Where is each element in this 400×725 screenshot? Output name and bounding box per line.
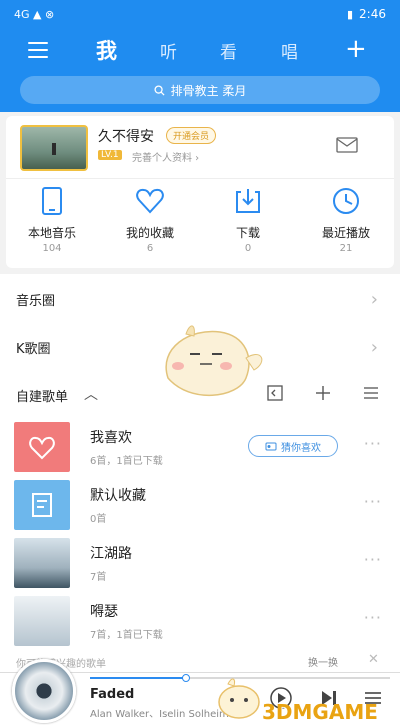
playlist-subtitle: 0首: [90, 514, 107, 525]
now-playing-artist: Alan Walker、Iselin Solheim: [90, 709, 229, 720]
playlist-title: 默认收藏: [90, 488, 146, 504]
mascot-sticker: [165, 325, 263, 397]
row-music-circle[interactable]: 音乐圈 ›: [0, 274, 400, 324]
level-badge: LV.1: [98, 150, 122, 160]
stat-recent[interactable]: 最近播放 21: [302, 186, 390, 254]
stat-count: 21: [339, 243, 353, 254]
stat-label: 最近播放: [321, 226, 370, 240]
download-icon: [236, 189, 260, 213]
stat-label: 本地音乐: [27, 226, 76, 240]
progress-knob[interactable]: [182, 674, 190, 682]
search-bar[interactable]: 排骨教主 柔月: [20, 76, 380, 104]
playlist-title: 江湖路: [90, 546, 132, 562]
playlist-cover: [14, 596, 70, 646]
playlist-section-title[interactable]: 自建歌单: [16, 386, 68, 405]
radio-icon: [265, 442, 277, 451]
playlist-subtitle: 6首，1首已下载: [90, 456, 163, 467]
vip-badge[interactable]: 开通会员: [166, 127, 217, 144]
heart-icon: [29, 436, 55, 460]
stat-label: 我的收藏: [125, 226, 174, 240]
playlist-subtitle: 7首，1首已下载: [90, 630, 163, 641]
more-icon[interactable]: ···: [364, 550, 382, 569]
more-icon[interactable]: ···: [364, 608, 382, 627]
tab-sing[interactable]: 唱: [281, 38, 298, 63]
list-item[interactable]: 默认收藏 0首 ···: [0, 476, 400, 534]
signal-status: 4G ▲ ⊗: [14, 7, 55, 21]
header: 我 听 看 唱 + 排骨教主 柔月: [0, 28, 400, 112]
status-time: 2:46: [359, 7, 386, 21]
stat-downloads[interactable]: 下载 0: [204, 186, 292, 254]
heart-icon: [136, 188, 164, 214]
chevron-right-icon: ›: [370, 288, 378, 310]
menu-icon[interactable]: [28, 42, 48, 58]
chevron-up-icon[interactable]: ︿: [84, 384, 98, 404]
add-playlist-icon[interactable]: [314, 384, 332, 402]
clock-icon: [333, 188, 359, 214]
playlist-cover: [14, 422, 70, 472]
list-item[interactable]: 嘚瑟 7首，1首已下载 ···: [0, 592, 400, 650]
battery-icon: ▮: [346, 7, 354, 21]
list-menu-icon[interactable]: [362, 384, 380, 402]
phone-icon: [42, 187, 62, 215]
stat-count: 104: [42, 243, 62, 254]
playlist-cover: [14, 538, 70, 588]
guess-button-label: 猜你喜欢: [281, 442, 321, 454]
mail-icon[interactable]: [336, 137, 358, 153]
playlist-title: 我喜欢: [90, 430, 132, 446]
playlist-title: 嘚瑟: [90, 604, 118, 620]
watermark-text: 3DMGAME: [262, 700, 378, 724]
playlist-cover: [14, 480, 70, 530]
album-disc[interactable]: [12, 659, 76, 723]
edit-profile-link[interactable]: 完善个人资料 ›: [132, 149, 199, 164]
divider: [6, 178, 394, 179]
list-item[interactable]: 我喜欢 6首，1首已下载 猜你喜欢 ···: [0, 418, 400, 476]
stats-row: 本地音乐 104 我的收藏 6 下载 0 最近播放 21: [6, 186, 394, 266]
progress-fill: [90, 677, 186, 679]
chevron-right-icon: ›: [370, 336, 378, 358]
status-bar: 4G ▲ ⊗ ▮ 2:46: [0, 0, 400, 28]
top-tabs: 我 听 看 唱 +: [0, 34, 400, 70]
tab-listen[interactable]: 听: [160, 38, 177, 63]
avatar[interactable]: [20, 125, 88, 171]
watermark: 3DMGAME: [210, 672, 400, 725]
close-icon[interactable]: ✕: [368, 652, 379, 667]
username[interactable]: 久不得安: [98, 126, 154, 146]
stat-count: 0: [244, 243, 252, 254]
tab-me[interactable]: 我: [96, 35, 117, 65]
more-icon[interactable]: ···: [364, 492, 382, 511]
watermark-mascot: [218, 678, 260, 719]
stat-label: 下载: [235, 226, 260, 240]
stat-local-music[interactable]: 本地音乐 104: [8, 186, 96, 254]
profile-card: 久不得安 开通会员 LV.1 完善个人资料 › 本地音乐 104 我的收藏 6 …: [6, 116, 394, 268]
row-label: 音乐圈: [16, 293, 56, 309]
row-label: K歌圈: [16, 341, 51, 357]
note-icon: [32, 493, 52, 517]
now-playing-title: Faded: [90, 687, 135, 702]
playlist-list: 我喜欢 6首，1首已下载 猜你喜欢 ··· 默认收藏 0首 ··· 江湖路 7首…: [0, 418, 400, 650]
guess-you-like-button[interactable]: 猜你喜欢: [248, 435, 338, 457]
add-icon[interactable]: +: [345, 36, 367, 62]
list-item[interactable]: 江湖路 7首 ···: [0, 534, 400, 592]
stat-count: 6: [146, 243, 154, 254]
playlist-subtitle: 7首: [90, 572, 107, 583]
stat-favorites[interactable]: 我的收藏 6: [106, 186, 194, 254]
search-placeholder: 排骨教主 柔月: [170, 83, 247, 98]
search-icon: [154, 84, 165, 96]
tab-watch[interactable]: 看: [220, 38, 237, 63]
more-icon[interactable]: ···: [364, 434, 382, 453]
refresh-link[interactable]: 换一换: [308, 654, 338, 669]
